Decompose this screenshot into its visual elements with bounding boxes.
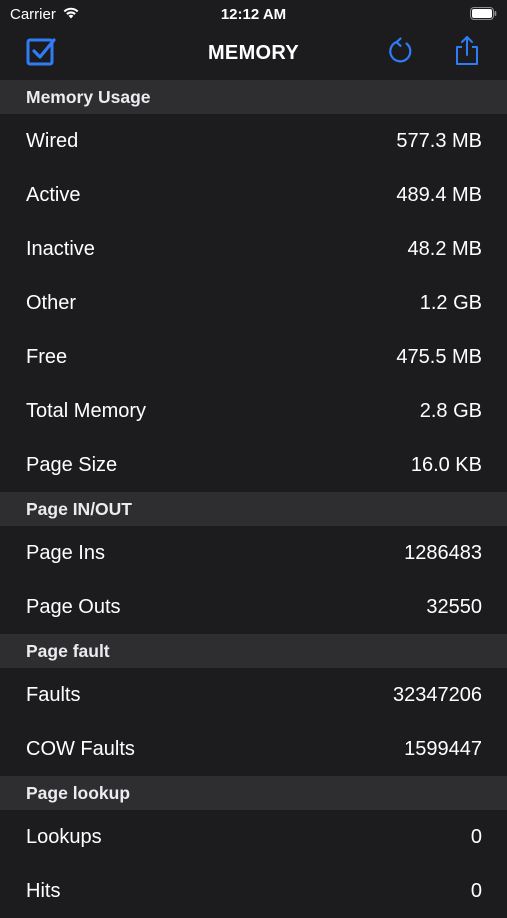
section-header-memory-usage: Memory Usage (0, 80, 507, 114)
status-time: 12:12 AM (220, 6, 287, 23)
list-item: Total Memory 2.8 GB (0, 384, 507, 438)
list-item: Inactive 48.2 MB (0, 222, 507, 276)
row-value: 577.3 MB (396, 129, 482, 152)
row-label: Lookups (26, 825, 102, 848)
row-label: Faults (26, 683, 81, 706)
row-label: Active (26, 183, 81, 206)
page-title: MEMORY (207, 42, 300, 64)
row-label: Total Memory (26, 399, 147, 422)
row-value: 32347206 (393, 683, 482, 706)
row-value: 48.2 MB (407, 237, 482, 260)
list-item: Page Outs 32550 (0, 580, 507, 634)
row-label: Hits (26, 879, 61, 902)
row-value: 0 (470, 825, 482, 848)
refresh-button[interactable] (384, 36, 418, 70)
row-value: 1599447 (404, 737, 482, 760)
status-bar: Carrier 12:12 AM (0, 0, 507, 28)
row-label: Wired (26, 129, 79, 152)
row-value: 0 (470, 879, 482, 902)
row-value: 475.5 MB (396, 345, 482, 368)
list-item: Lookups 0 (0, 810, 507, 864)
row-value: 32550 (426, 595, 482, 618)
row-label: Other (26, 291, 77, 314)
battery-icon (470, 7, 497, 20)
list-item: COW Faults 1599447 (0, 722, 507, 776)
list-item: Other 1.2 GB (0, 276, 507, 330)
share-icon (453, 35, 481, 72)
row-label: Page Outs (26, 595, 121, 618)
section-header-page-lookup: Page lookup (0, 776, 507, 810)
list-item: Hits 0 (0, 864, 507, 918)
share-button[interactable] (450, 35, 484, 72)
row-label: Page Size (26, 453, 118, 476)
list-item: Active 489.4 MB (0, 168, 507, 222)
section-header-page-fault: Page fault (0, 634, 507, 668)
section-header-page-in-out: Page IN/OUT (0, 492, 507, 526)
row-label: COW Faults (26, 737, 135, 760)
list-item: Page Size 16.0 KB (0, 438, 507, 492)
row-label: Page Ins (26, 541, 105, 564)
row-value: 16.0 KB (410, 453, 482, 476)
row-value: 1286483 (404, 541, 482, 564)
row-label: Free (26, 345, 68, 368)
list-item: Page Ins 1286483 (0, 526, 507, 580)
row-value: 2.8 GB (419, 399, 482, 422)
list-item: Free 475.5 MB (0, 330, 507, 384)
list-item: Faults 32347206 (0, 668, 507, 722)
navigation-bar: MEMORY (0, 28, 507, 80)
row-value: 489.4 MB (396, 183, 482, 206)
row-label: Inactive (26, 237, 95, 260)
row-value: 1.2 GB (419, 291, 482, 314)
list-item: Wired 577.3 MB (0, 114, 507, 168)
refresh-icon (387, 36, 415, 71)
memory-list: Memory Usage Wired 577.3 MB Active 489.4… (0, 80, 507, 918)
